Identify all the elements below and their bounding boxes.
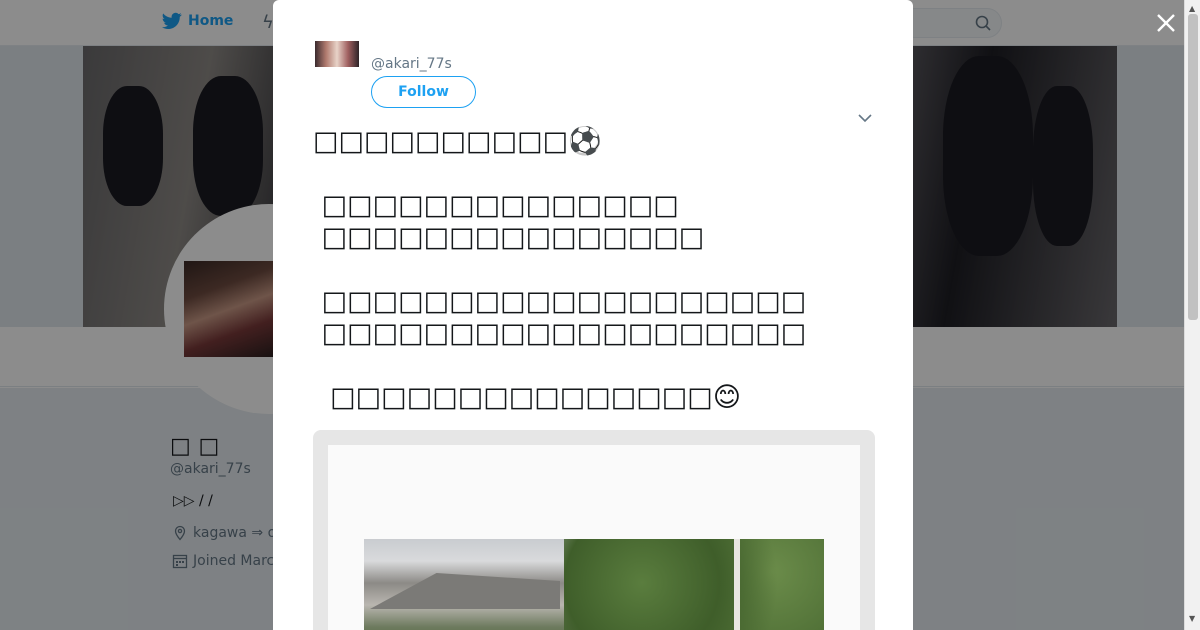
- tweet-text: □□□□□□□□□□⚽ □□□□□□□□□□□□□□ □□□□□□□□□□□□□…: [313, 126, 807, 413]
- tweet-modal: @akari_77s Follow □□□□□□□□□□⚽ □□□□□□□□□□…: [273, 0, 913, 630]
- scroll-up-arrow[interactable]: ▲: [1189, 4, 1195, 13]
- chevron-down-icon: [858, 114, 872, 123]
- close-icon: [1157, 14, 1175, 32]
- scrollbar[interactable]: ▲ ▼: [1184, 0, 1200, 630]
- tweet-media[interactable]: [313, 430, 875, 630]
- tweet-author-handle[interactable]: @akari_77s: [371, 56, 452, 72]
- tweet-author-avatar[interactable]: [315, 41, 359, 67]
- scroll-thumb[interactable]: [1188, 14, 1198, 320]
- scroll-down-arrow[interactable]: ▼: [1189, 614, 1195, 623]
- tweet-options-button[interactable]: [857, 110, 873, 126]
- follow-button[interactable]: Follow: [371, 76, 476, 108]
- media-frame: [328, 445, 860, 630]
- close-button[interactable]: [1154, 11, 1178, 35]
- media-photo: [364, 539, 824, 630]
